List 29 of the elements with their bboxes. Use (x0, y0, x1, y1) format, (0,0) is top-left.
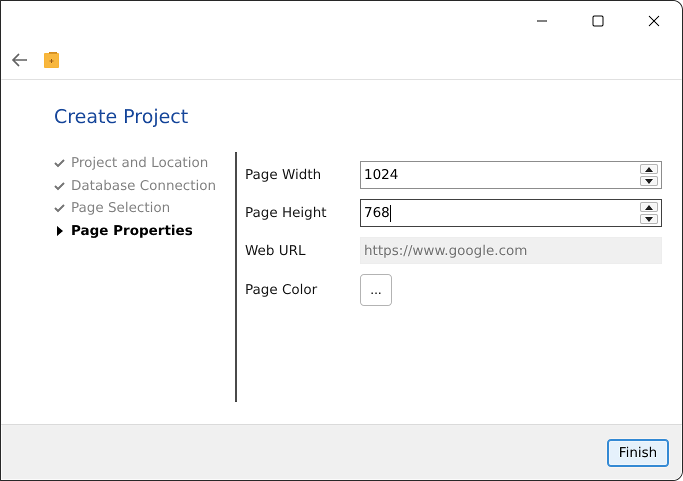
number-field[interactable]: 768 (360, 199, 662, 227)
triangle-icon (54, 226, 65, 236)
decrement-button[interactable] (640, 176, 658, 186)
field-label: Page Width (245, 167, 322, 183)
step-label: Project and Location (71, 155, 208, 172)
down-arrow-icon (645, 178, 653, 184)
project-icon (44, 52, 59, 68)
color-picker-button[interactable]: ... (360, 274, 392, 306)
field-label: Web URL (245, 242, 307, 258)
check-icon (54, 180, 65, 191)
maximize-icon (592, 15, 604, 27)
finish-button[interactable]: Finish (607, 438, 669, 466)
page-title: Create Project (54, 106, 190, 128)
decrement-button[interactable] (640, 214, 658, 224)
up-arrow-icon (645, 204, 653, 210)
back-arrow-icon[interactable] (12, 53, 28, 67)
step-label: Page Selection (71, 200, 170, 216)
number-field[interactable]: 1024 (360, 161, 662, 189)
up-arrow-icon (645, 166, 653, 172)
increment-button[interactable] (640, 164, 658, 174)
increment-button[interactable] (640, 202, 658, 212)
close-icon (648, 15, 660, 27)
field-label: Page Height (245, 205, 328, 221)
check-icon (54, 158, 65, 168)
down-arrow-icon (645, 216, 653, 222)
check-icon (54, 203, 65, 214)
step-label: Page Properties (71, 222, 193, 239)
field-label: Page Color (245, 282, 318, 298)
step-label: Database Connection (71, 178, 216, 194)
